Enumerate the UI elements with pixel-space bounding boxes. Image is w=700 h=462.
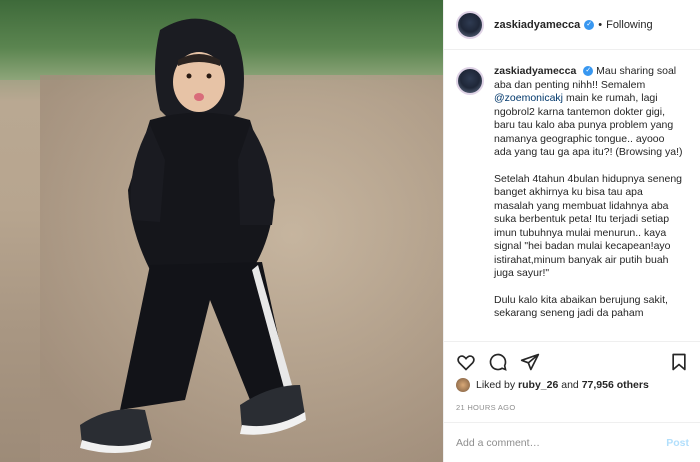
likes-mid: and: [561, 379, 579, 391]
photo-child-figure: [80, 18, 306, 453]
caption-text: zaskiadyamecca ✓ Mau sharing soal aba da…: [494, 65, 684, 341]
comment-box: Add a comment… Post: [444, 422, 700, 462]
caption-paragraph-2: Setelah 4tahun 4bulan hidupnya seneng ba…: [494, 172, 682, 280]
post-header: zaskiadyamecca ✓ • Following: [444, 0, 700, 50]
liker-avatar[interactable]: [456, 378, 470, 392]
likes-row: Liked by ruby_26 and 77,956 others: [456, 378, 649, 392]
bookmark-icon[interactable]: [669, 352, 689, 372]
caption-avatar[interactable]: [456, 67, 484, 95]
caption-paragraph-3: Dulu kalo kita abaikan berujung sakit, s…: [494, 293, 668, 320]
caption-area: zaskiadyamecca ✓ Mau sharing soal aba da…: [444, 51, 700, 341]
caption-username[interactable]: zaskiadyamecca: [494, 65, 576, 77]
comment-icon[interactable]: [488, 352, 508, 372]
separator-dot: •: [598, 18, 603, 31]
likes-prefix: Liked by: [476, 379, 516, 391]
post-photo[interactable]: [0, 0, 443, 462]
action-bar: [444, 341, 700, 381]
following-button[interactable]: Following: [606, 19, 652, 31]
verified-icon: ✓: [583, 66, 594, 77]
header-username[interactable]: zaskiadyamecca: [494, 19, 580, 31]
post-button[interactable]: Post: [666, 437, 689, 449]
heart-icon[interactable]: [456, 352, 476, 372]
avatar[interactable]: [456, 10, 484, 39]
share-icon[interactable]: [520, 352, 540, 372]
likes-user[interactable]: ruby_26: [518, 379, 558, 391]
likes-count[interactable]: 77,956 others: [582, 379, 649, 391]
verified-icon: ✓: [584, 19, 595, 30]
caption-mention[interactable]: @zoemonicakj: [494, 92, 563, 104]
post-timestamp[interactable]: 21 HOURS AGO: [456, 403, 515, 412]
comment-input[interactable]: Add a comment…: [456, 437, 540, 449]
post-side-panel: zaskiadyamecca ✓ • Following zaskiadyame…: [443, 0, 700, 462]
